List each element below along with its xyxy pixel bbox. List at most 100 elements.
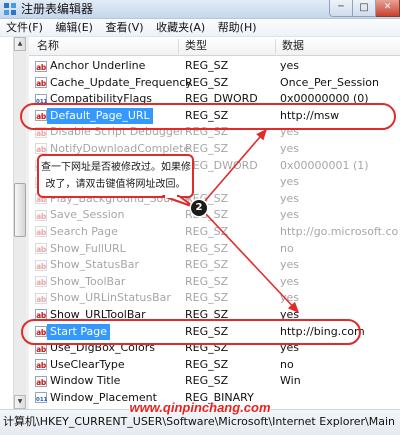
values-list: 名称 类型 数据 Anchor UnderlineREG_SZyesCache_… (29, 37, 400, 409)
menu-edit[interactable]: 编辑(E) (51, 19, 98, 36)
registry-editor-window: 注册表编辑器 文件(F) 编辑(E) 查看(V) 收藏夹(A) 帮助(H) 名称… (0, 0, 400, 435)
value-row[interactable]: Show_FullURL REG_SZ no (29, 241, 400, 258)
value-data: yes (280, 59, 300, 72)
value-row[interactable]: Anchor Underline REG_SZ yes (29, 58, 400, 75)
value-type: REG_SZ (185, 307, 229, 321)
value-data: no (280, 357, 294, 371)
scroll-up-arrow-icon[interactable] (14, 37, 26, 51)
value-rows: Anchor UnderlineREG_SZyesCache_Update_Fr… (29, 58, 400, 406)
value-name: Show_StatusBar (50, 258, 140, 272)
value-data: yes (280, 341, 300, 355)
maximize-icon (353, 0, 375, 16)
value-data: no (280, 241, 294, 255)
value-row[interactable]: Show_URLToolBar REG_SZ yes (29, 307, 400, 324)
value-row[interactable]: Search Page REG_SZ http://go.microsoft.co (29, 224, 400, 241)
value-row[interactable]: CompatibilityFlags REG_DWORD 0x00000000 (0… (29, 91, 400, 108)
string-value-icon (35, 375, 47, 387)
value-data: yes (280, 208, 300, 222)
annotation-callout: 查一下网址是否被修改过。如果修 改了，请双击键值将网址改回。 (37, 154, 194, 198)
value-row[interactable]: Disable Script DebuggerREG_SZ yes (29, 124, 400, 141)
value-data: http://go.microsoft.co (280, 224, 399, 238)
minimize-button[interactable] (329, 0, 353, 17)
value-data: yes (280, 274, 300, 288)
string-value-icon (35, 143, 47, 155)
value-name: Disable Script Debugger (50, 125, 185, 139)
value-name: Start Page (47, 323, 110, 341)
value-data: yes (280, 141, 300, 155)
string-value-icon (35, 359, 47, 371)
value-name: Window Title (50, 374, 121, 388)
value-data: yes (280, 191, 300, 205)
menu-bar: 文件(F) 编辑(E) 查看(V) 收藏夹(A) 帮助(H) (0, 19, 400, 37)
column-header-name[interactable]: 名称 (37, 37, 59, 55)
value-name: Show_ToolBar (50, 274, 126, 288)
value-type: REG_SZ (185, 357, 229, 371)
value-row[interactable]: UseClearType REG_SZ no (29, 357, 400, 374)
callout-text-line: 改了，请双击键值将网址改回。 (45, 179, 186, 190)
value-data: yes (280, 125, 300, 139)
value-row[interactable]: Show_ToolBar REG_SZ yes (29, 274, 400, 291)
column-divider[interactable] (275, 39, 276, 54)
value-data: Win (280, 374, 301, 388)
value-data: http://bing.com (280, 324, 365, 338)
close-icon (376, 0, 399, 16)
binary-value-icon (35, 93, 47, 105)
maximize-button[interactable] (353, 0, 376, 17)
value-row[interactable]: Start Page REG_SZ http://bing.com (29, 323, 400, 341)
string-value-icon (35, 292, 47, 304)
key-tree-pane[interactable] (0, 37, 13, 409)
column-header-data[interactable]: 数据 (282, 37, 304, 55)
value-row[interactable]: Show_StatusBar REG_SZ yes (29, 257, 400, 274)
title-bar[interactable]: 注册表编辑器 (0, 0, 400, 19)
value-type: REG_SZ (185, 108, 229, 122)
value-name: CompatibilityFlags (50, 92, 153, 106)
value-row[interactable]: Use_DlgBox_Colors REG_SZ yes (29, 340, 400, 357)
value-type: REG_SZ (185, 224, 229, 238)
string-value-icon (35, 126, 47, 138)
value-type: REG_DWORD (185, 92, 258, 106)
callout-text-line: 查一下网址是否被修改过。如果修 (41, 162, 191, 173)
step-number-badge: 2 (191, 200, 207, 216)
menu-view[interactable]: 查看(V) (101, 19, 148, 36)
value-row[interactable]: Cache_Update_FrequencyREG_SZ Once_Per_Ses… (29, 75, 400, 92)
value-row[interactable]: Show_URLinStatusBar REG_SZ yes (29, 290, 400, 307)
close-button[interactable] (376, 0, 400, 17)
value-data: yes (280, 291, 300, 305)
string-value-icon (35, 209, 47, 221)
value-name: Show_URLToolBar (50, 307, 146, 321)
value-type: REG_SZ (185, 75, 229, 89)
string-value-icon (35, 110, 47, 122)
menu-help[interactable]: 帮助(H) (214, 19, 262, 36)
value-row[interactable]: Save_SessionREG_SZyes (29, 207, 400, 224)
value-data: 0x00000000 (0) (280, 92, 369, 106)
value-name: UseClearType (50, 357, 125, 371)
string-value-icon (35, 259, 47, 271)
value-type: REG_SZ (185, 341, 229, 355)
value-name: Search Page (50, 224, 118, 238)
value-type: REG_SZ (185, 59, 229, 72)
scrollbar-thumb[interactable] (14, 183, 26, 237)
value-name: Use_DlgBox_Colors (50, 341, 155, 355)
column-divider[interactable] (178, 39, 179, 54)
string-value-icon (35, 77, 47, 89)
string-value-icon (35, 276, 47, 288)
string-value-icon (35, 342, 47, 354)
string-value-icon (35, 60, 47, 72)
value-type: REG_SZ (185, 258, 229, 272)
value-data: Once_Per_Session (280, 75, 379, 89)
tree-scrollbar[interactable] (13, 37, 26, 409)
value-name: Save_Session (50, 208, 125, 222)
value-type: REG_DWORD (185, 158, 258, 172)
string-value-icon (35, 309, 47, 321)
menu-favorites[interactable]: 收藏夹(A) (152, 19, 210, 36)
value-row[interactable]: Default_Page_URL REG_SZ http://msw (29, 107, 400, 125)
column-header-type[interactable]: 类型 (185, 37, 207, 55)
value-name: Show_URLinStatusBar (50, 291, 171, 305)
menu-file[interactable]: 文件(F) (2, 19, 48, 36)
current-key-path: 计算机\HKEY_CURRENT_USER\Software\Microsoft… (3, 415, 396, 428)
value-type: REG_SZ (185, 291, 229, 305)
value-row[interactable]: Window Title REG_SZ Win (29, 373, 400, 390)
string-value-icon (35, 226, 47, 238)
string-value-icon (35, 326, 47, 337)
value-data: http://msw (280, 108, 340, 122)
